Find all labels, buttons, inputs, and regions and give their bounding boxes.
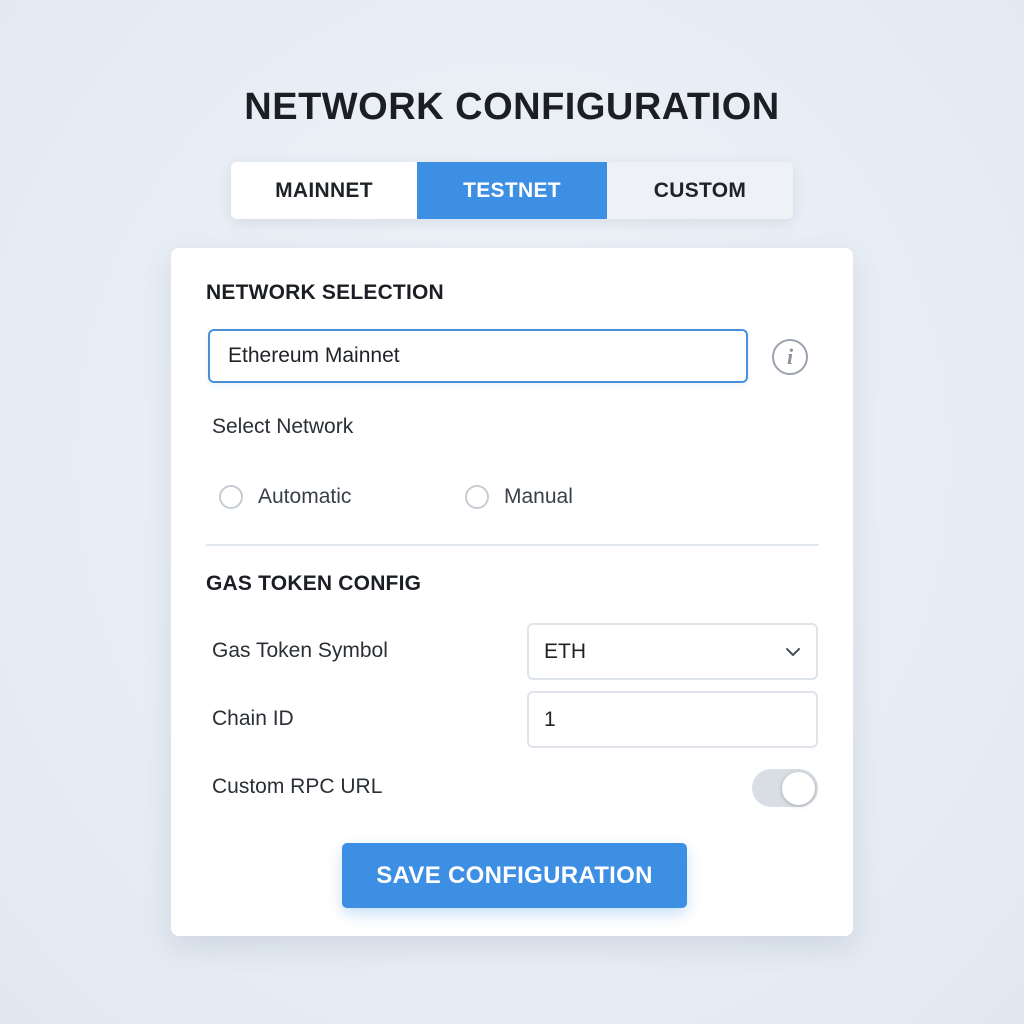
tab-testnet[interactable]: TESTNET — [417, 162, 607, 219]
radio-automatic-label: Automatic — [258, 485, 352, 508]
radio-manual[interactable]: Manual — [465, 485, 573, 509]
chain-id-input[interactable] — [527, 691, 818, 748]
chain-id-label: Chain ID — [212, 707, 294, 730]
network-input[interactable] — [208, 329, 748, 383]
config-card: NETWORK SELECTION i Select Network Autom… — [171, 248, 853, 936]
radio-manual-label: Manual — [504, 485, 573, 508]
tab-mainnet[interactable]: MAINNET — [231, 162, 417, 219]
chevron-down-icon — [785, 644, 801, 660]
gas-token-select-value: ETH — [544, 639, 586, 663]
radio-manual-circle[interactable] — [465, 485, 489, 509]
gas-token-select[interactable]: ETH — [527, 623, 818, 680]
tab-custom[interactable]: CUSTOM — [607, 162, 793, 219]
gas-token-symbol-label: Gas Token Symbol — [212, 639, 388, 662]
info-icon[interactable]: i — [772, 339, 808, 375]
network-tabs: MAINNET TESTNET CUSTOM — [231, 162, 793, 219]
section-divider — [206, 544, 819, 546]
toggle-knob[interactable] — [782, 772, 815, 805]
custom-rpc-label: Custom RPC URL — [212, 775, 383, 798]
save-configuration-button[interactable]: SAVE CONFIGURATION — [342, 843, 687, 908]
radio-automatic[interactable]: Automatic — [219, 485, 351, 509]
gas-token-heading: GAS TOKEN CONFIG — [206, 572, 422, 595]
page-title: NETWORK CONFIGURATION — [244, 86, 780, 128]
custom-rpc-toggle[interactable] — [752, 769, 818, 807]
radio-automatic-circle[interactable] — [219, 485, 243, 509]
select-network-label: Select Network — [212, 415, 354, 438]
network-selection-heading: NETWORK SELECTION — [206, 281, 444, 304]
